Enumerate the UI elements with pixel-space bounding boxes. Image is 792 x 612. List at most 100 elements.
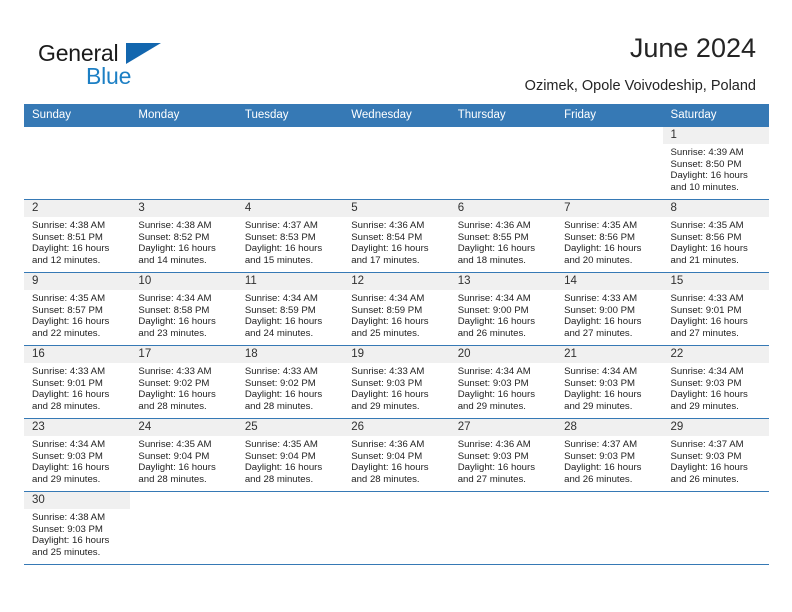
calendar-day-cell[interactable]: 3 Sunrise: 4:38 AM Sunset: 8:52 PM Daylight… [130, 199, 237, 273]
calendar-day-cell[interactable]: 9 Sunrise: 4:35 AM Sunset: 8:57 PM Daylight… [24, 272, 131, 346]
sun-info-daylight-line1: Daylight: 16 hours [564, 316, 642, 328]
sun-info-sunset: Sunset: 8:55 PM [457, 231, 529, 243]
day-sun-info: Sunrise: 4:38 AM Sunset: 8:51 PM Daylight:… [24, 217, 130, 266]
calendar-day-cell[interactable]: 28 Sunrise: 4:37 AM Sunset: 9:03 PM Dayligh… [556, 418, 663, 492]
day-cell-inner: 3 Sunrise: 4:38 AM Sunset: 8:52 PM Daylight… [130, 200, 237, 272]
sun-info-daylight-line1: Daylight: 16 hours [32, 535, 110, 547]
calendar-day-cell[interactable]: 8 Sunrise: 4:35 AM Sunset: 8:56 PM Daylight… [662, 199, 769, 273]
day-sun-info: Sunrise: 4:33 AM Sunset: 9:02 PM Daylight:… [130, 363, 236, 412]
day-number: 25 [236, 419, 344, 436]
calendar-cell-empty [556, 491, 663, 565]
sun-info-daylight-line2: and 28 minutes. [351, 473, 420, 485]
sun-info-sunrise: Sunrise: 4:34 AM [32, 439, 106, 450]
calendar-day-cell[interactable]: 13 Sunrise: 4:34 AM Sunset: 9:00 PM Dayligh… [449, 272, 557, 346]
weekday-header-monday: Monday [130, 104, 237, 127]
calendar-day-cell[interactable]: 30 Sunrise: 4:38 AM Sunset: 9:03 PM Dayligh… [24, 491, 131, 565]
day-cell-inner [237, 127, 343, 199]
day-cell-inner: 26 Sunrise: 4:36 AM Sunset: 9:04 PM Dayligh… [343, 419, 450, 491]
day-number: 3 [130, 200, 237, 217]
sun-info-sunset: Sunset: 9:04 PM [244, 450, 316, 462]
day-cell-inner: 25 Sunrise: 4:35 AM Sunset: 9:04 PM Dayligh… [236, 419, 344, 491]
day-cell-inner: 6 Sunrise: 4:36 AM Sunset: 8:55 PM Daylight… [449, 200, 557, 272]
sun-info-daylight-line2: and 12 minutes. [32, 254, 101, 266]
day-cell-inner [343, 492, 449, 564]
calendar-day-cell[interactable]: 18 Sunrise: 4:33 AM Sunset: 9:02 PM Dayligh… [236, 345, 344, 419]
page-subtitle: Ozimek, Opole Voivodeship, Poland [524, 78, 756, 94]
calendar-page: General Blue June 2024 Ozimek, Opole Voi… [0, 0, 792, 612]
calendar-day-cell[interactable]: 16 Sunrise: 4:33 AM Sunset: 9:01 PM Dayligh… [24, 345, 131, 419]
calendar-day-cell[interactable]: 23 Sunrise: 4:34 AM Sunset: 9:03 PM Dayligh… [24, 418, 131, 492]
calendar-day-cell[interactable]: 20 Sunrise: 4:34 AM Sunset: 9:03 PM Dayligh… [449, 345, 557, 419]
day-sun-info: Sunrise: 4:34 AM Sunset: 9:00 PM Daylight:… [450, 290, 556, 339]
day-sun-info: Sunrise: 4:34 AM Sunset: 9:03 PM Daylight:… [663, 363, 769, 412]
calendar-day-cell[interactable]: 14 Sunrise: 4:33 AM Sunset: 9:00 PM Dayligh… [556, 272, 663, 346]
sun-info-daylight-line1: Daylight: 16 hours [138, 462, 216, 474]
sun-info-sunset: Sunset: 9:03 PM [457, 450, 529, 462]
sun-info-daylight-line2: and 29 minutes. [32, 473, 101, 485]
calendar-day-cell[interactable]: 29 Sunrise: 4:37 AM Sunset: 9:03 PM Dayligh… [662, 418, 769, 492]
sun-info-sunrise: Sunrise: 4:34 AM [670, 366, 744, 377]
sun-info-sunset: Sunset: 8:59 PM [244, 304, 316, 316]
calendar-day-cell[interactable]: 19 Sunrise: 4:33 AM Sunset: 9:03 PM Dayligh… [343, 345, 450, 419]
sun-info-sunset: Sunset: 8:51 PM [32, 231, 103, 243]
calendar-day-cell[interactable]: 17 Sunrise: 4:33 AM Sunset: 9:02 PM Dayligh… [130, 345, 237, 419]
calendar-day-cell[interactable]: 27 Sunrise: 4:36 AM Sunset: 9:03 PM Dayligh… [449, 418, 557, 492]
calendar-day-cell[interactable]: 21 Sunrise: 4:34 AM Sunset: 9:03 PM Dayligh… [556, 345, 663, 419]
general-blue-logo[interactable]: General Blue [38, 40, 238, 92]
day-cell-inner: 9 Sunrise: 4:35 AM Sunset: 8:57 PM Daylight… [24, 273, 131, 345]
sun-info-daylight-line1: Daylight: 16 hours [351, 316, 429, 328]
sun-info-sunset: Sunset: 9:03 PM [351, 377, 423, 389]
day-cell-inner: 19 Sunrise: 4:33 AM Sunset: 9:03 PM Dayligh… [343, 346, 450, 418]
sun-info-sunset: Sunset: 9:01 PM [32, 377, 103, 389]
sun-info-sunrise: Sunrise: 4:38 AM [32, 512, 106, 523]
sun-info-sunset: Sunset: 9:02 PM [244, 377, 316, 389]
sun-info-sunrise: Sunrise: 4:36 AM [457, 439, 531, 450]
sun-info-sunrise: Sunrise: 4:34 AM [244, 293, 318, 304]
calendar-day-cell[interactable]: 26 Sunrise: 4:36 AM Sunset: 9:04 PM Dayligh… [343, 418, 450, 492]
day-number [556, 492, 662, 509]
calendar-cell-empty [449, 491, 557, 565]
calendar-day-cell[interactable]: 25 Sunrise: 4:35 AM Sunset: 9:04 PM Dayligh… [236, 418, 344, 492]
title-block: June 2024 Ozimek, Opole Voivodeship, Pol… [525, 32, 756, 96]
calendar-cell-empty [449, 126, 557, 200]
day-cell-inner [130, 127, 236, 199]
calendar-cell-empty [343, 126, 450, 200]
sun-info-daylight-line1: Daylight: 16 hours [670, 462, 748, 474]
calendar-day-cell[interactable]: 12 Sunrise: 4:34 AM Sunset: 8:59 PM Dayligh… [343, 272, 450, 346]
calendar-cell-empty [130, 126, 237, 200]
sun-info-daylight-line1: Daylight: 16 hours [244, 389, 323, 401]
sun-info-sunrise: Sunrise: 4:35 AM [32, 293, 106, 304]
day-cell-inner: 30 Sunrise: 4:38 AM Sunset: 9:03 PM Dayligh… [24, 492, 131, 564]
sun-info-sunset: Sunset: 9:00 PM [457, 304, 529, 316]
sun-info-sunset: Sunset: 8:54 PM [351, 231, 423, 243]
day-number: 1 [662, 127, 769, 144]
day-number: 18 [236, 346, 344, 363]
calendar-day-cell[interactable]: 15 Sunrise: 4:33 AM Sunset: 9:01 PM Dayligh… [662, 272, 769, 346]
sun-info-sunset: Sunset: 9:03 PM [457, 377, 529, 389]
day-number: 19 [343, 346, 450, 363]
calendar-day-cell[interactable]: 6 Sunrise: 4:36 AM Sunset: 8:55 PM Daylight… [449, 199, 557, 273]
day-cell-inner: 11 Sunrise: 4:34 AM Sunset: 8:59 PM Dayligh… [236, 273, 344, 345]
calendar-day-cell[interactable]: 1 Sunrise: 4:39 AM Sunset: 8:50 PM Daylight… [662, 126, 769, 200]
calendar-day-cell[interactable]: 2 Sunrise: 4:38 AM Sunset: 8:51 PM Daylight… [24, 199, 131, 273]
day-number: 22 [662, 346, 769, 363]
calendar-day-cell[interactable]: 7 Sunrise: 4:35 AM Sunset: 8:56 PM Daylight… [556, 199, 663, 273]
sun-info-daylight-line1: Daylight: 16 hours [564, 389, 642, 401]
day-sun-info: Sunrise: 4:36 AM Sunset: 8:55 PM Daylight:… [450, 217, 556, 266]
calendar-day-cell[interactable]: 11 Sunrise: 4:34 AM Sunset: 8:59 PM Dayligh… [236, 272, 344, 346]
calendar-day-cell[interactable]: 10 Sunrise: 4:34 AM Sunset: 8:58 PM Dayligh… [130, 272, 237, 346]
sun-info-daylight-line2: and 17 minutes. [351, 254, 420, 266]
day-sun-info: Sunrise: 4:33 AM Sunset: 9:01 PM Daylight:… [24, 363, 130, 412]
calendar-day-cell[interactable]: 24 Sunrise: 4:35 AM Sunset: 9:04 PM Dayligh… [130, 418, 237, 492]
sun-info-daylight-line2: and 26 minutes. [457, 327, 526, 339]
sun-info-daylight-line2: and 25 minutes. [32, 546, 101, 558]
calendar-day-cell[interactable]: 4 Sunrise: 4:37 AM Sunset: 8:53 PM Daylight… [236, 199, 344, 273]
day-number [237, 127, 343, 144]
calendar-week-row: 1 Sunrise: 4:39 AM Sunset: 8:50 PM Daylight… [24, 126, 769, 200]
sun-info-daylight-line2: and 29 minutes. [670, 400, 739, 412]
day-cell-inner: 12 Sunrise: 4:34 AM Sunset: 8:59 PM Dayligh… [343, 273, 450, 345]
day-cell-inner: 28 Sunrise: 4:37 AM Sunset: 9:03 PM Dayligh… [556, 419, 663, 491]
calendar-day-cell[interactable]: 22 Sunrise: 4:34 AM Sunset: 9:03 PM Dayligh… [662, 345, 769, 419]
calendar-day-cell[interactable]: 5 Sunrise: 4:36 AM Sunset: 8:54 PM Daylight… [343, 199, 450, 273]
day-number: 12 [343, 273, 450, 290]
